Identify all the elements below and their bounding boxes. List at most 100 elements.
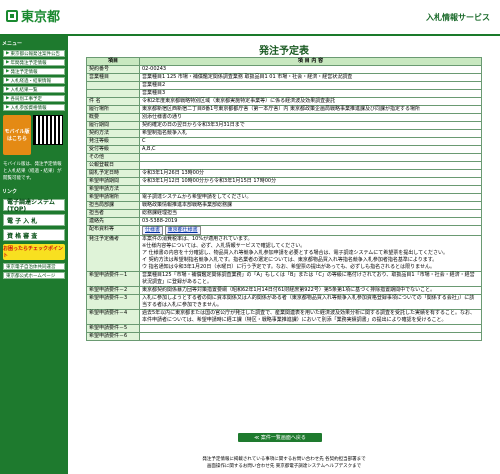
row-label [86,81,140,90]
table-row: 発注等級 C [86,137,482,146]
row-value [139,332,482,341]
row-label: 履行場所 [86,105,140,114]
table-row: 担当局部課 戦略政策情報推進本部戦略事業部総務課 [86,201,482,210]
table-row: 概要 別添仕様書の通り [86,113,482,122]
e-bidding-button[interactable]: 電 子 入 札 [3,214,65,226]
arrow-icon: ▶ [6,96,10,101]
row-label: 希望申請方法 [86,185,140,194]
attachment-link-tokyo-spec[interactable]: 東京都仕様書 [164,226,201,235]
sidebar-item-bid-result-info[interactable]: ▶ 入札経過・結果情報 [3,77,65,84]
logo-text: 東京都 [21,10,61,25]
notes-label: 発注予定備考 [86,235,140,272]
mobile-site-button[interactable]: モバイル版はこちら [3,115,31,155]
row-label: 希望申請要件－5 [86,324,140,333]
row-label: その他 [86,153,140,162]
sidebar-item-bureau-works[interactable]: ▶ 各局別工事予定 [3,95,65,102]
attach-label: 配布資料等 [86,225,140,236]
attachment-link-spec[interactable]: 仕様書 [142,226,164,235]
table-row: 営業種目2 [86,81,482,90]
table-row: 希望申請要件－4 過去5年以内に東京都または国の官公庁が発注した調査で、産業関連表… [86,309,482,325]
row-label: 営業種目 [86,73,140,82]
table-row: 受付等級 A,B,C [86,145,482,154]
arrow-icon: ▶ [6,105,10,110]
table-row: 発注予定備考 本案件の消費税率は、10%が適用されています。 ※仕様内容等につい… [86,235,482,272]
main-content: 発注予定表 項目 項 目 内 容 契約番号 02-00243 営業種目 営業種目1 1… [68,36,500,474]
table-row: 希望申請要件－1 営業種目125「市場・補償鑑定関係調査業務」の「A」もしくは「B… [86,271,482,287]
row-value [139,185,482,194]
e-procurement-top-button[interactable]: 電子調達システム(TOP) [3,199,65,213]
detail-rows: 契約番号 02-00243 営業種目 営業種目1 125 市場・補償鑑定関係調査業務 … [86,65,482,226]
sidebar-item-order-plan[interactable]: ▶ 発注予定情報 [3,68,65,75]
row-label: 概要 [86,113,140,122]
qualification-review-button[interactable]: 資 格 審 査 [3,229,65,241]
sidebar-menu-heading: メニュー [2,41,23,47]
notes-cell: 本案件の消費税率は、10%が適用されています。 ※仕様内容等については、必ず、入… [139,235,482,272]
row-label: 件 名 [86,97,140,106]
row-label: 受付等級 [86,145,140,154]
help-checkpoint-banner[interactable]: お困ったらチェックポイント [3,244,65,260]
row-value: 総務課経理担当 [139,209,482,218]
sidebar-links-heading: リンク [2,189,18,195]
table-row: 連絡先 03-5388-2019 [86,217,482,226]
back-to-list-button[interactable]: ≪ 案件一覧画面へ戻る [238,433,322,442]
sidebar-item-bid-result-list[interactable]: ▶ 入札結果一覧 [3,86,65,93]
row-label: 希望申請要件－1 [86,271,140,287]
table-row: 希望申請要件－6 [86,332,482,341]
qr-code-icon [33,115,63,145]
row-value: 電子調達システムから希望申請をしてください。 [139,193,482,202]
link-tokyo-official-site[interactable]: 東京都公式ホームページ [3,272,65,279]
table-row: 履行場所 東京都新宿区西新宿二丁目8番1号東京都都庁舎（第一本庁舎）内 東京都政策… [86,105,482,114]
footer-line: 画面操作に関するお問い合わせ先 東京都電子調達システムヘルプデスクまで [206,464,362,469]
row-label: 履行期間 [86,121,140,130]
row-value: 過去5年以内に東京都または国の官公庁が発注した調査で、産業関連表を用いた経済波及… [139,309,482,325]
row-label: 連絡先 [86,217,140,226]
arrow-icon: ▶ [6,78,10,83]
table-row: 契約方法 希望制指名競争入札 [86,129,482,138]
table-row: 営業種目3 [86,89,482,98]
row-value: 営業種目3 [139,89,482,98]
logo[interactable]: 東京都 [6,6,60,25]
mobile-note: モバイル版は、発注予定情報と入札結果（経過・結果）が閲覧可能です。 [3,162,62,181]
row-label: 契約番号 [86,65,140,74]
row-label: 希望申請要件－4 [86,309,140,325]
table-row: その他 [86,153,482,162]
sidebar-item-qualification[interactable]: ▶ 入札参加資格情報 [3,104,65,111]
table-row: 希望申請要件－3 入札に参加しようとする者の間に資本関係又は人的関係がある者（東京… [86,294,482,310]
row-label: 発注等級 [86,137,140,146]
row-label: 希望申請要件－2 [86,286,140,295]
row-label: 希望申請要件－6 [86,332,140,341]
table-row: 希望申請要件－2 東京都契約関係暴力団等対策措置要綱（昭和62年1月14日付61財… [86,286,482,295]
table-row: 配布資料等 仕様書 東京都仕様書 [86,225,482,236]
row-label: 希望申請期間 [86,177,140,186]
row-value: C [139,137,482,146]
table-row: 希望申請要件－5 [86,324,482,333]
row-value: 令和3年1月26日 13時00分 [139,169,482,178]
row-value: 別添仕様書の通り [139,113,482,122]
row-value: 営業種目2 [139,81,482,90]
row-value: 入札に参加しようとする者の間に資本関係又は人的関係がある者（東京都物品買入れ等競… [139,294,482,310]
note-line: ア 仕様書の内容を十分確認し、物品買入れ等競争入札参加申請を必要とする場合は、電… [142,250,448,256]
arrow-icon: ▶ [6,51,10,56]
header-bar: 東京都 入札情報サービス [0,0,500,36]
row-value [139,153,482,162]
mobile-section: モバイル版はこちら [3,115,65,155]
row-value: 東京都契約関係暴力団等対策措置要綱（昭和62年1月14日付61財経庶第922号）… [139,286,482,295]
table-row: 営業種目 営業種目1 125 市場・補償鑑定関係調査業務 取扱品目1 01 市場・… [86,73,482,82]
link-tokyo-e-government[interactable]: 東京電子自治体共同運営 [3,263,65,270]
row-value: A,B,C [139,145,482,154]
requirement-rows: 希望申請要件－1 営業種目125「市場・補償鑑定関係調査業務」の「A」もしくは「B… [86,271,482,341]
sidebar-item-annual-plan[interactable]: ▶ 年間発注予定情報 [3,59,65,66]
row-label: 希望申請要件－3 [86,294,140,310]
footer: 発注予定情報に掲載されている事項に関するお問い合わせ先 各契約担当部署まで 画面… [68,446,500,474]
col-header-content: 項 目 内 容 [139,57,482,66]
col-header-item: 項目 [86,57,140,66]
table-row: 担当者 総務課経理担当 [86,209,482,218]
table-row: 希望申請期間 令和3年1月12日 10時00分から令和3年1月15日 17時00分 [86,177,482,186]
row-value: 営業種目125「市場・補償鑑定関係調査業務」の「A」もしくは「B」または「C」の… [139,271,482,287]
table-row: 件 名令和2年度東京都戦略特別区域（東京都実施特定事業等）に係る経済波及効果調査… [86,97,482,106]
row-label: 開札予定日時 [86,169,140,178]
table-row: 開札予定日時 令和3年1月26日 13時00分 [86,169,482,178]
row-value: 令和2年度東京都戦略特別区域（東京都実施特定事業等）に係る経済波及効果調査委託 [139,97,482,106]
sidebar-item-public-notice[interactable]: ▶ 東京都公報発注案件公告 [3,50,65,57]
note-line: イ 契約方法は希望制指名競争入札です。指名業者の選定については、東京都物品買入れ… [142,257,438,263]
